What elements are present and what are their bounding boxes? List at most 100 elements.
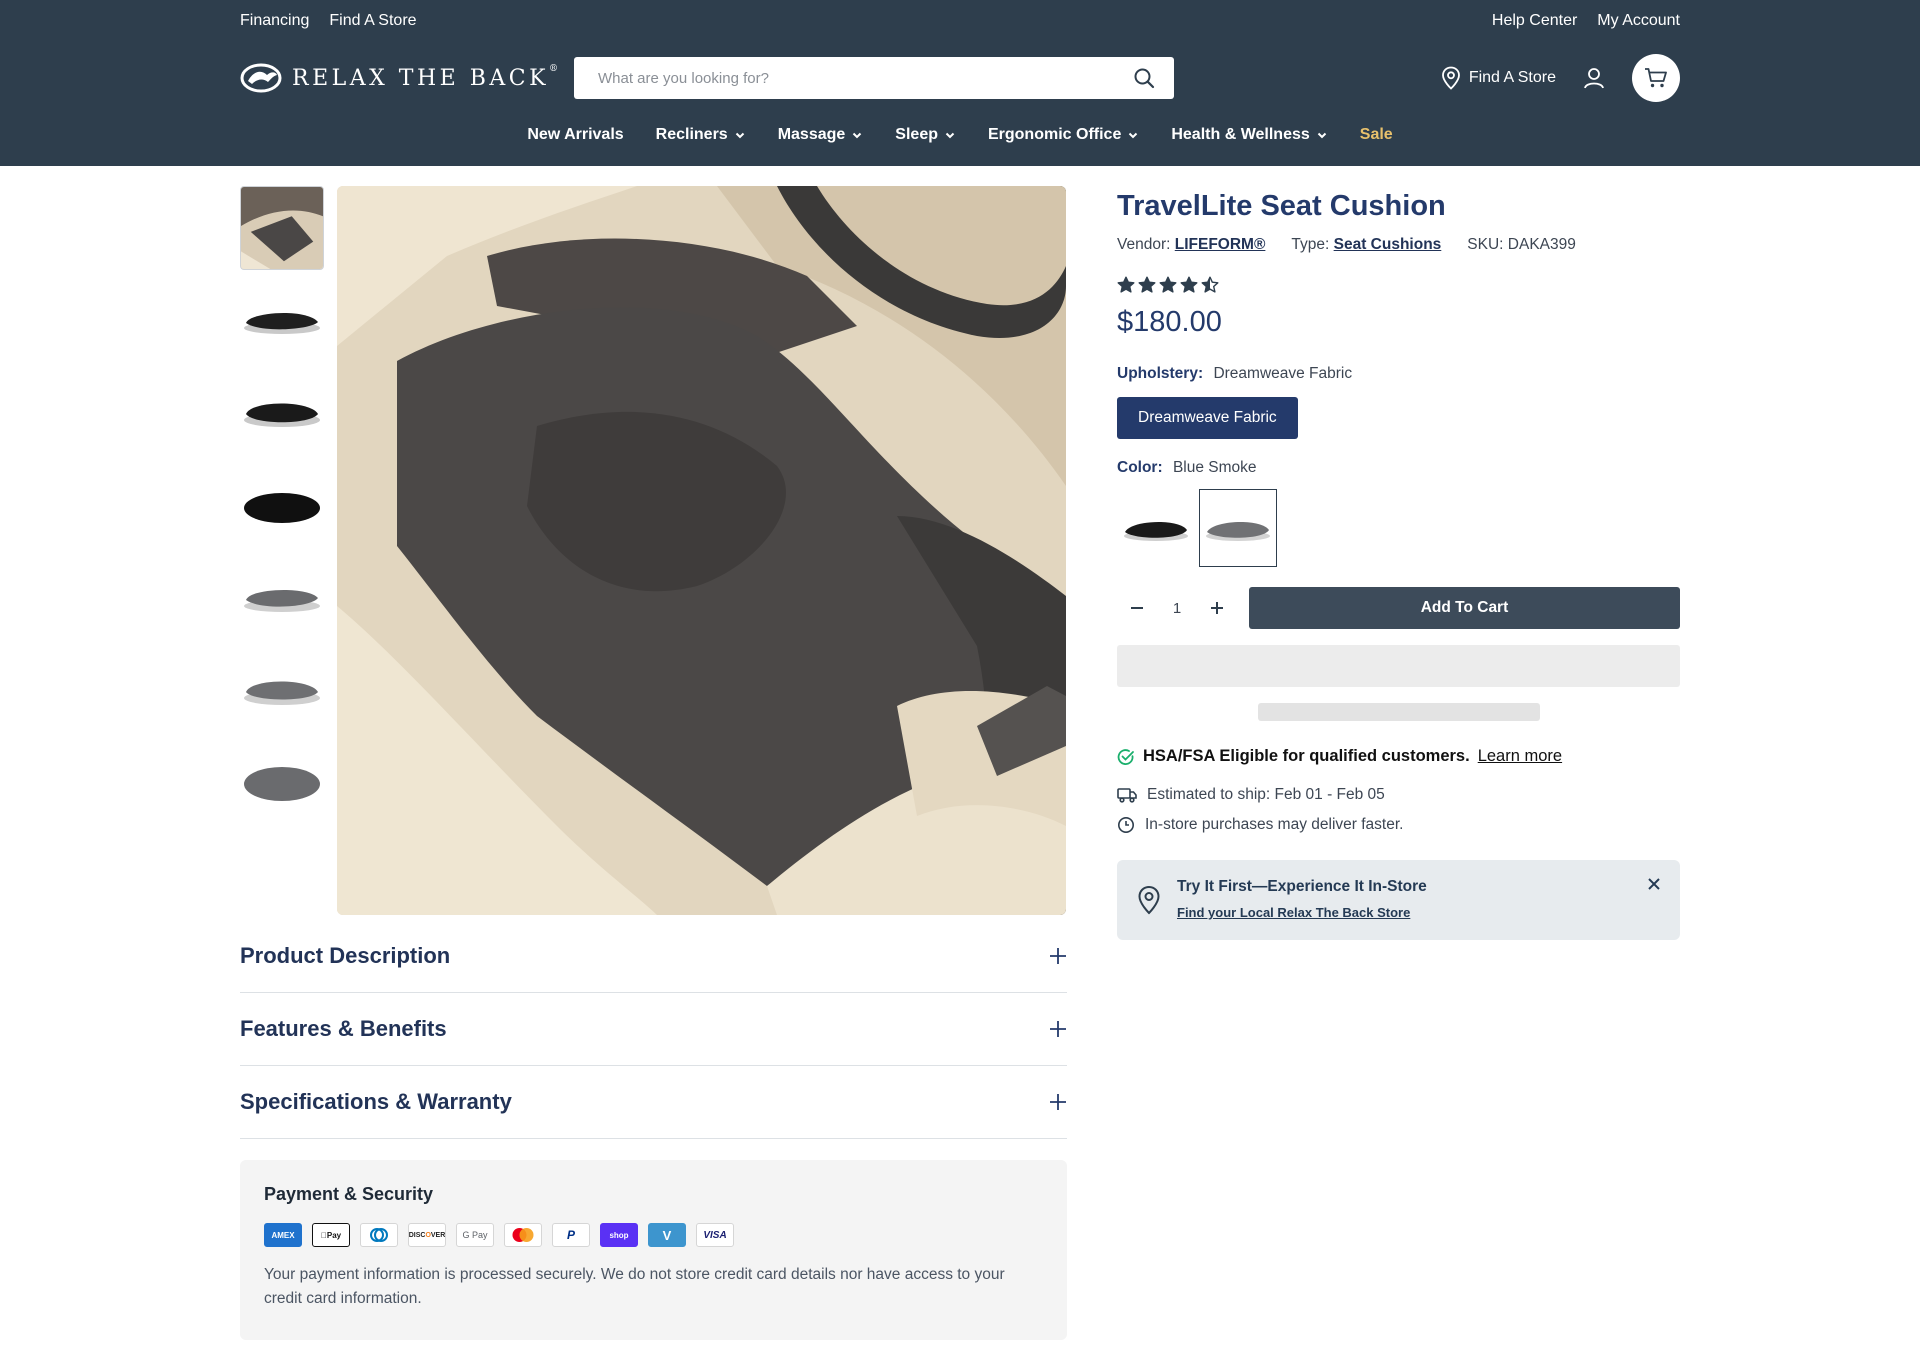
visa-icon: VISA [696,1223,734,1247]
chevron-down-icon [1129,132,1138,139]
plus-icon [1211,602,1223,614]
sku-meta: SKU: DAKA399 [1467,236,1576,253]
plus-icon [1050,948,1066,964]
apple-pay-icon: Pay [312,1223,350,1247]
search-icon[interactable] [1122,57,1166,99]
find-local-store-link[interactable]: Find your Local Relax The Back Store [1177,905,1410,920]
decrease-quantity-button[interactable] [1117,587,1157,629]
account-icon[interactable] [1582,66,1606,90]
increase-quantity-button[interactable] [1197,587,1237,629]
logo-icon [240,63,282,93]
find-store-label: Find A Store [1468,69,1556,86]
nav-ergonomic-office[interactable]: Ergonomic Office [988,126,1139,144]
product-title: TravelLite Seat Cushion [1117,190,1446,222]
color-swatch-black[interactable] [1117,489,1195,567]
nav-recliners[interactable]: Recliners [656,126,746,144]
mastercard-icon [504,1223,542,1247]
learn-more-link[interactable]: Learn more [1478,747,1562,766]
chevron-down-icon [735,132,744,139]
product-info-panel: TravelLite Seat Cushion Vendor: LIFEFORM… [1117,186,1680,940]
venmo-icon: V [648,1223,686,1247]
thumbnail-cushion-black-angle[interactable] [240,370,324,454]
payment-note: Your payment information is processed se… [264,1266,1005,1307]
utility-nav-left: Financing Find A Store [240,12,417,30]
location-pin-icon [1441,66,1460,90]
hsa-eligibility: HSA/FSA Eligible for qualified customers… [1117,747,1680,766]
cart-icon [1645,68,1667,88]
utility-nav-right: Help Center My Account [1492,12,1680,30]
chevron-down-icon [1317,132,1326,139]
color-value: Blue Smoke [1172,459,1257,476]
purchase-row: Add To Cart [1117,587,1680,629]
quantity-input[interactable] [1157,587,1197,629]
site-logo[interactable]: RELAX THE BACK® [240,62,562,94]
search-input[interactable] [598,58,1122,98]
paypal-icon: P [552,1223,590,1247]
close-icon[interactable] [1644,874,1664,894]
financing-link[interactable]: Financing [240,12,309,30]
minus-icon [1131,607,1143,609]
truck-icon [1117,788,1137,803]
payment-security-card: Payment & Security AMEX Pay DISCOVER G … [240,1160,1067,1340]
instore-note-text: In-store purchases may deliver faster. [1145,816,1404,833]
plus-icon [1050,1021,1066,1037]
plus-icon [1050,1094,1066,1110]
color-swatch-blue-smoke[interactable] [1199,489,1277,567]
header-actions: Find A Store [1441,54,1680,102]
star-half-icon [1201,276,1219,293]
accordion-features-benefits[interactable]: Features & Benefits [240,993,1067,1066]
main-product-image[interactable] [337,186,1066,915]
nav-massage[interactable]: Massage [778,126,864,144]
thumbnail-cushion-gray-side[interactable] [240,554,324,638]
type-link[interactable]: Seat Cushions [1334,236,1442,253]
payment-methods: AMEX Pay DISCOVER G Pay P shop V VISA [264,1223,1043,1247]
instore-note: In-store purchases may deliver faster. [1117,816,1680,834]
google-pay-icon: G Pay [456,1223,494,1247]
nav-new-arrivals[interactable]: New Arrivals [527,126,623,144]
find-a-store-link[interactable]: Find A Store [329,12,416,30]
vendor-link[interactable]: LIFEFORM® [1175,236,1266,253]
star-filled-icon [1159,276,1177,293]
rating-stars[interactable] [1117,276,1680,294]
amex-icon: AMEX [264,1223,302,1247]
location-pin-icon [1138,885,1160,915]
upholstery-option-row: Upholstery: Dreamweave Fabric [1117,365,1680,383]
thumbnail-list [240,186,324,830]
help-center-link[interactable]: Help Center [1492,12,1577,30]
upholstery-value: Dreamweave Fabric [1213,365,1353,382]
discover-icon: DISC O VER [408,1223,446,1247]
ship-estimate-text: Estimated to ship: Feb 01 - Feb 05 [1147,786,1385,803]
upholstery-label: Upholstery: [1117,365,1204,382]
vendor-meta: Vendor: LIFEFORM® [1117,236,1266,253]
thumbnail-car-seat[interactable] [240,186,324,270]
try-it-title: Try It First—Experience It In-Store [1177,878,1427,895]
chevron-down-icon [945,132,955,139]
color-label: Color: [1117,459,1163,476]
sku-value: DAKA399 [1507,236,1576,253]
add-to-cart-button[interactable]: Add To Cart [1249,587,1680,629]
upholstery-option-button[interactable]: Dreamweave Fabric [1117,397,1298,439]
loading-placeholder-button [1117,645,1680,687]
logo-wordmark: RELAX THE BACK® [292,63,562,91]
nav-sleep[interactable]: Sleep [895,126,956,144]
star-filled-icon [1117,276,1135,293]
cart-button[interactable] [1632,54,1680,102]
accordion-title: Specifications & Warranty [240,1089,512,1114]
thumbnail-cushion-gray-top[interactable] [240,738,324,822]
hsa-text: HSA/FSA Eligible for qualified customers… [1143,747,1470,765]
search-bar [574,57,1174,99]
accordion-product-description[interactable]: Product Description [240,920,1067,993]
color-option-row: Color: Blue Smoke [1117,459,1680,477]
thumbnail-cushion-gray-angle[interactable] [240,646,324,730]
thumbnail-cushion-black-top[interactable] [240,462,324,546]
thumbnail-cushion-black-side[interactable] [240,278,324,362]
main-nav: New Arrivals Recliners Massage Sleep Erg… [0,126,1920,144]
nav-health-wellness[interactable]: Health & Wellness [1171,126,1327,144]
product-price: $180.00 [1117,306,1222,338]
accordion-specifications-warranty[interactable]: Specifications & Warranty [240,1066,1067,1139]
find-store-button[interactable]: Find A Store [1441,66,1556,90]
product-meta: Vendor: LIFEFORM® Type: Seat Cushions SK… [1117,236,1680,254]
loading-placeholder-text [1257,703,1540,721]
nav-sale[interactable]: Sale [1360,126,1393,144]
my-account-link[interactable]: My Account [1597,12,1680,30]
